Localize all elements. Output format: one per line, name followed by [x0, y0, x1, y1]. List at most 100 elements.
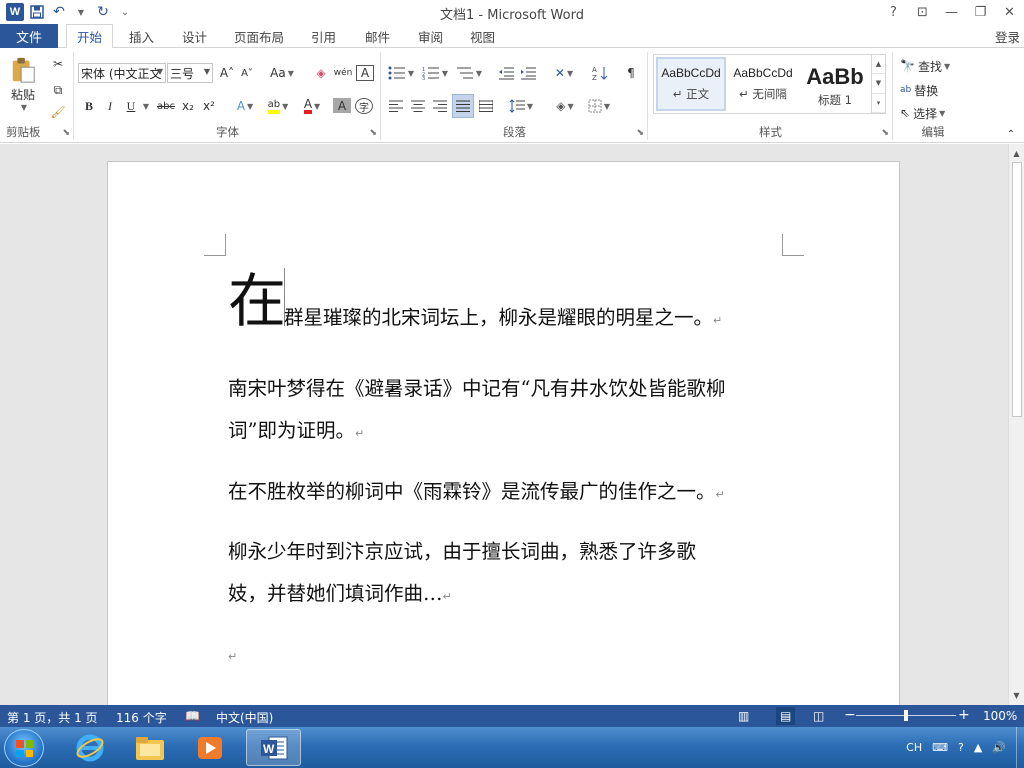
chinese-layout-button[interactable]: ✕ ▼ [550, 63, 578, 83]
font-color-button[interactable]: A ▼ [297, 96, 327, 116]
distributed-icon[interactable] [476, 96, 496, 116]
strikethrough-button[interactable]: abc [155, 96, 177, 116]
tab-view[interactable]: 视图 [470, 24, 495, 48]
scroll-down-icon[interactable]: ▼ [1009, 688, 1024, 703]
line-spacing-button[interactable]: ▼ [506, 96, 536, 116]
text-effects-button[interactable]: A ▼ [231, 96, 259, 116]
align-right-icon[interactable] [430, 96, 450, 116]
grow-font-icon[interactable]: A˄ [218, 63, 236, 83]
copy-icon[interactable]: ⧉ [48, 80, 68, 100]
zoom-level[interactable]: 100% [983, 709, 1017, 723]
align-center-icon[interactable] [408, 96, 428, 116]
format-painter-icon[interactable]: 🖌 [48, 102, 68, 122]
phonetic-guide-icon[interactable]: wén [334, 63, 353, 83]
help-tray-icon[interactable]: ? [958, 741, 964, 754]
paragraph-4-line-1[interactable]: 柳永少年时到汴京应试，由于擅长词曲，熟悉了许多歌 [228, 535, 788, 564]
show-hidden-icons-icon[interactable]: ▲ [974, 741, 982, 754]
page-count[interactable]: 第 1 页，共 1 页 [7, 709, 98, 726]
font-launcher-icon[interactable]: ⬊ [369, 128, 377, 138]
restore-button[interactable]: ❐ [966, 0, 995, 24]
paragraph-launcher-icon[interactable]: ⬊ [636, 128, 644, 138]
numbering-button[interactable]: 1 2 3 ▼ [420, 63, 450, 83]
word-count[interactable]: 116 个字 [116, 709, 167, 726]
select-button[interactable]: ⇖ 选择 ▼ [900, 103, 966, 123]
tab-references[interactable]: 引用 [311, 24, 336, 48]
web-layout-icon[interactable]: ◫ [813, 709, 824, 723]
tab-home[interactable]: 开始 [66, 24, 114, 49]
language-indicator[interactable]: 中文(中国) [216, 709, 273, 726]
sort-icon[interactable]: AZ [590, 63, 610, 83]
scroll-up-icon[interactable]: ▲ [1009, 146, 1024, 161]
justify-icon[interactable] [452, 94, 474, 118]
drop-cap[interactable]: 在 [228, 270, 286, 332]
subscript-button[interactable]: x₂ [179, 96, 197, 116]
character-shading-icon[interactable]: A [333, 98, 351, 113]
shrink-font-icon[interactable]: A˅ [238, 63, 256, 83]
decrease-indent-icon[interactable] [496, 63, 516, 83]
help-button[interactable]: ? [879, 0, 908, 24]
bold-button[interactable]: B [80, 96, 98, 116]
vertical-scrollbar[interactable]: ▲ ▼ [1008, 144, 1024, 705]
tab-page-layout[interactable]: 页面布局 [234, 24, 284, 48]
collapse-ribbon-icon[interactable]: ⌃ [1004, 124, 1018, 144]
volume-icon[interactable]: 🔊 [992, 741, 1006, 754]
tab-mailings[interactable]: 邮件 [365, 24, 390, 48]
bullets-button[interactable]: ▼ [386, 63, 416, 83]
word-icon[interactable]: W [246, 729, 301, 766]
tab-design[interactable]: 设计 [182, 24, 207, 48]
paragraph-4-line-2[interactable]: 妓，并替她们填词作曲…↵ [228, 577, 788, 606]
paragraph-3[interactable]: 在不胜枚举的柳词中《雨霖铃》是流传最广的佳作之一。↵ [228, 475, 788, 504]
ribbon-display-options-button[interactable]: ⊡ [908, 0, 937, 24]
style-normal[interactable]: AaBbCcDd ↵ 正文 [656, 57, 726, 111]
explorer-icon[interactable] [122, 729, 177, 766]
character-border-icon[interactable]: A [356, 65, 374, 81]
increase-indent-icon[interactable] [518, 63, 538, 83]
read-mode-icon[interactable]: ▥ [738, 709, 749, 723]
paste-button[interactable]: 粘贴 ▼ [6, 56, 40, 112]
keyboard-icon[interactable]: ⌨ [932, 741, 948, 754]
document-area[interactable]: 在 群星璀璨的北宋词坛上，柳永是耀眼的明星之一。↵ 南宋叶梦得在《避暑录话》中记… [0, 144, 1008, 705]
document-page[interactable]: 在 群星璀璨的北宋词坛上，柳永是耀眼的明星之一。↵ 南宋叶梦得在《避暑录话》中记… [107, 161, 900, 705]
paragraph-2-line-2[interactable]: 词”即为证明。↵ [228, 414, 788, 443]
replace-button[interactable]: ab 替换 [900, 80, 966, 100]
font-size-combo[interactable]: 三号 ▼ [167, 63, 213, 83]
styles-scroll-up-icon[interactable]: ▲ [872, 55, 885, 75]
zoom-slider-thumb[interactable] [904, 710, 908, 721]
align-left-icon[interactable] [386, 96, 406, 116]
tab-insert[interactable]: 插入 [129, 24, 154, 48]
underline-dropdown-icon[interactable]: ▼ [140, 96, 150, 116]
style-heading-1[interactable]: AaBb 标题 1 [800, 57, 870, 111]
zoom-out-button[interactable]: − [844, 707, 856, 723]
underline-button[interactable]: U [122, 96, 140, 116]
show-desktop-button[interactable] [1016, 727, 1024, 768]
zoom-in-button[interactable]: + [958, 707, 970, 723]
media-player-icon[interactable] [182, 729, 237, 766]
find-button[interactable]: 🔭 查找 ▼ [900, 56, 966, 76]
shading-button[interactable]: ◈ ▼ [550, 96, 580, 116]
enclose-characters-icon[interactable]: 字 [355, 98, 373, 114]
ie-icon[interactable] [62, 729, 117, 766]
font-name-combo[interactable]: 宋体 (中文正文 ▼ [78, 63, 166, 83]
style-no-spacing[interactable]: AaBbCcDd ↵ 无间隔 [728, 57, 798, 111]
tab-file[interactable]: 文件 [0, 24, 58, 48]
show-hide-marks-icon[interactable]: ¶ [622, 63, 640, 83]
close-button[interactable]: ✕ [995, 0, 1024, 24]
input-language[interactable]: CH [906, 741, 922, 754]
clipboard-launcher-icon[interactable]: ⬊ [62, 128, 70, 138]
clear-formatting-icon[interactable]: ◈ [312, 63, 330, 83]
minimize-button[interactable]: — [937, 0, 966, 24]
login-link[interactable]: 登录 [995, 27, 1020, 46]
styles-more-icon[interactable]: ▾ [872, 94, 885, 113]
highlight-button[interactable]: ab ▼ [263, 96, 293, 116]
scroll-thumb[interactable] [1012, 162, 1022, 417]
superscript-button[interactable]: x² [200, 96, 218, 116]
multilevel-list-button[interactable]: ▼ [454, 63, 484, 83]
print-layout-icon[interactable]: ▤ [776, 707, 796, 725]
styles-launcher-icon[interactable]: ⬊ [881, 128, 889, 138]
borders-button[interactable]: ▼ [584, 96, 614, 116]
italic-button[interactable]: I [101, 96, 119, 116]
proofing-icon[interactable]: 📖 [185, 709, 200, 723]
tab-review[interactable]: 审阅 [418, 24, 443, 48]
styles-scroll-down-icon[interactable]: ▼ [872, 74, 885, 94]
empty-paragraph[interactable]: ↵ [228, 642, 788, 665]
